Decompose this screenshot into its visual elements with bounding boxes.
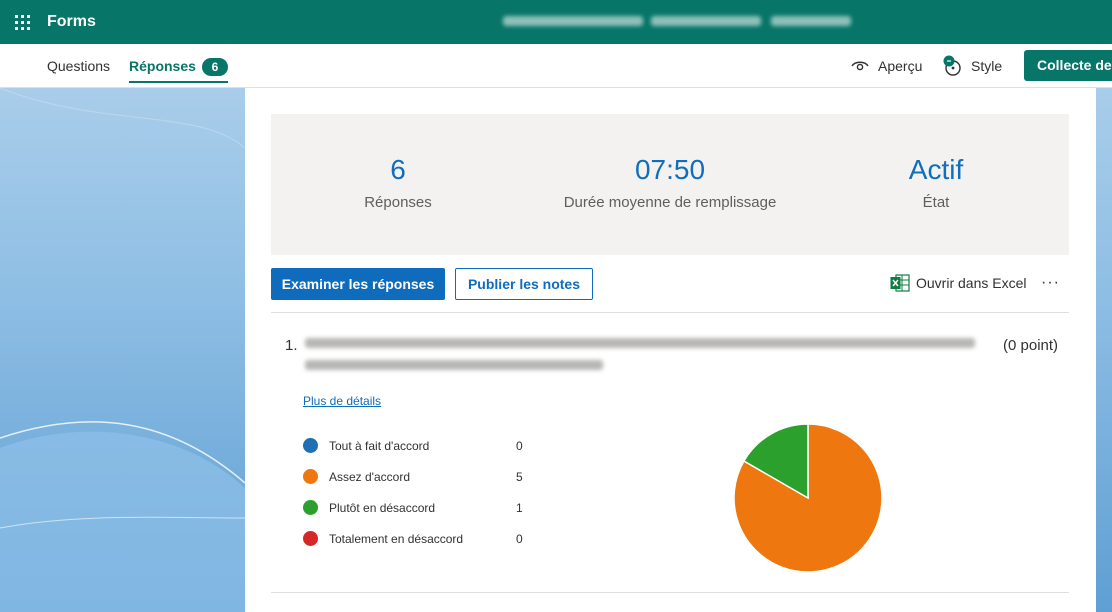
divider xyxy=(271,312,1069,313)
stat-average-time: 07:50 Durée moyenne de remplissage xyxy=(540,154,800,211)
palette-icon xyxy=(943,55,961,76)
responses-pie-chart xyxy=(733,423,883,573)
responses-count-badge: 6 xyxy=(201,58,228,77)
waffle-icon xyxy=(14,14,30,30)
legend-label: Plutôt en désaccord xyxy=(329,501,436,515)
stat-status-value: Actif xyxy=(908,154,964,185)
legend-item: Plutôt en désaccord 1 xyxy=(303,500,533,531)
open-in-excel-button[interactable]: Ouvrir dans Excel xyxy=(890,274,1026,292)
legend-swatch xyxy=(303,500,318,515)
question-number: 1. xyxy=(285,337,298,354)
legend-label: Totalement en désaccord xyxy=(329,532,464,546)
stat-responses-value: 6 xyxy=(390,154,406,185)
preview-label: Aperçu xyxy=(878,58,923,74)
legend-swatch xyxy=(303,531,318,546)
legend-count: 0 xyxy=(516,439,523,453)
tab-questions[interactable]: Questions xyxy=(47,44,110,88)
open-in-excel-label: Ouvrir dans Excel xyxy=(916,275,1027,291)
chart-legend: Tout à fait d'accord 0 Assez d'accord 5 … xyxy=(303,438,533,562)
legend-swatch xyxy=(303,469,318,484)
review-responses-button[interactable]: Examiner les réponses xyxy=(271,268,445,300)
legend-swatch xyxy=(303,438,318,453)
stat-responses-label: Réponses xyxy=(364,194,432,211)
divider xyxy=(271,592,1069,593)
question-points: (0 point) xyxy=(1003,337,1059,354)
form-toolbar: Questions Réponses 6 Aperçu Style xyxy=(0,44,1112,88)
legend-label: Assez d'accord xyxy=(329,470,410,484)
legend-item: Assez d'accord 5 xyxy=(303,469,533,500)
style-button[interactable]: Style xyxy=(941,44,1002,88)
app-header: Forms xyxy=(0,0,1112,44)
style-label: Style xyxy=(971,58,1003,74)
preview-button[interactable]: Aperçu xyxy=(851,44,922,88)
legend-count: 5 xyxy=(516,470,523,484)
responses-panel: 6 Réponses 07:50 Durée moyenne de rempli… xyxy=(245,88,1096,612)
stat-average-time-label: Durée moyenne de remplissage xyxy=(563,194,777,211)
stat-responses: 6 Réponses xyxy=(268,154,528,211)
excel-icon xyxy=(890,274,910,292)
legend-count: 1 xyxy=(516,501,523,515)
legend-label: Tout à fait d'accord xyxy=(329,439,430,453)
app-name[interactable]: Forms xyxy=(47,13,96,31)
eye-icon xyxy=(851,61,869,71)
tab-questions-label: Questions xyxy=(47,58,111,74)
stat-average-time-value: 07:50 xyxy=(634,154,706,185)
more-options-button[interactable]: ··· xyxy=(1041,274,1060,292)
tab-responses[interactable]: Réponses 6 xyxy=(129,44,228,88)
stat-status: Actif État xyxy=(806,154,1066,211)
legend-item: Tout à fait d'accord 0 xyxy=(303,438,533,469)
app-launcher-button[interactable] xyxy=(0,0,44,44)
legend-item: Totalement en désaccord 0 xyxy=(303,531,533,562)
tab-responses-label: Réponses xyxy=(129,58,196,74)
legend-count: 0 xyxy=(516,532,523,546)
stat-status-label: État xyxy=(922,194,950,211)
collect-responses-button[interactable]: Collecte des xyxy=(1024,50,1112,81)
form-title-redacted[interactable] xyxy=(503,12,853,30)
publish-scores-button[interactable]: Publier les notes xyxy=(455,268,593,300)
more-details-link[interactable]: Plus de détails xyxy=(303,394,381,408)
responses-summary: 6 Réponses 07:50 Durée moyenne de rempli… xyxy=(271,114,1069,255)
